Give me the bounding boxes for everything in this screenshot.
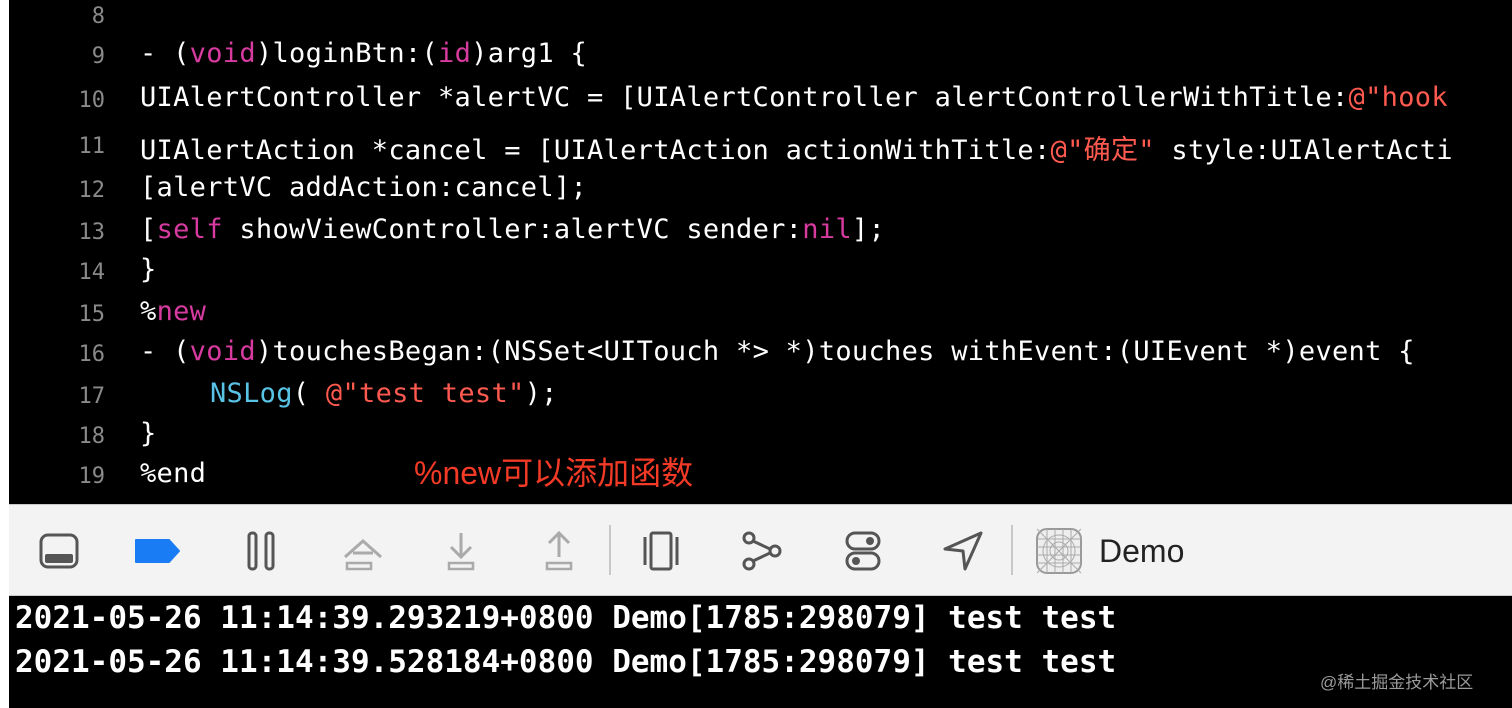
- line-number: 19: [78, 464, 106, 489]
- code-text: %end: [140, 458, 207, 489]
- code-text: - (void)loginBtn:(id)arg1 {: [140, 38, 588, 69]
- toolbar-separator: [609, 525, 611, 575]
- code-line: 9 - (void)loginBtn:(id)arg1 {: [9, 36, 1512, 76]
- console-line: 2021-05-26 11:14:39.528184+0800 Demo[178…: [15, 644, 1117, 680]
- line-number: 8: [91, 4, 105, 29]
- view-hierarchy-icon[interactable]: [637, 527, 685, 575]
- code-text: %new: [140, 296, 207, 327]
- watermark: @稀土掘金技术社区: [1320, 673, 1474, 692]
- simulate-location-icon[interactable]: [939, 527, 987, 575]
- debug-toolbar: Demo: [9, 504, 1512, 596]
- code-line: 8: [9, 0, 1512, 40]
- scheme-name[interactable]: Demo: [1099, 533, 1184, 570]
- environment-overrides-icon[interactable]: [839, 527, 887, 575]
- code-line: 16 - (void)touchesBegan:(NSSet<UITouch *…: [9, 334, 1512, 374]
- code-line: 19 %end: [9, 456, 1512, 496]
- code-line: 17 NSLog( @"test test");: [9, 376, 1512, 416]
- xcode-window: 8 9 - (void)loginBtn:(id)arg1 { 10 UIAle…: [9, 0, 1512, 708]
- breakpoints-toggle-icon[interactable]: [133, 527, 181, 575]
- pause-icon[interactable]: [237, 527, 285, 575]
- line-number: 17: [78, 384, 106, 409]
- code-text: [alertVC addAction:cancel];: [140, 172, 587, 203]
- line-number: 13: [78, 220, 106, 245]
- code-line: 12 [alertVC addAction:cancel];: [9, 170, 1512, 210]
- app-icon[interactable]: [1035, 527, 1083, 575]
- code-editor[interactable]: 8 9 - (void)loginBtn:(id)arg1 { 10 UIAle…: [9, 0, 1512, 500]
- line-number: 15: [78, 302, 106, 327]
- line-number: 10: [78, 88, 106, 113]
- code-text: UIAlertController *alertVC = [UIAlertCon…: [140, 82, 1448, 113]
- console-line: 2021-05-26 11:14:39.293219+0800 Demo[178…: [15, 600, 1117, 636]
- annotation-text: %new可以添加函数: [414, 455, 694, 491]
- code-text: - (void)touchesBegan:(NSSet<UITouch *> *…: [140, 336, 1415, 367]
- memory-graph-icon[interactable]: [737, 527, 785, 575]
- code-text: [self showViewController:alertVC sender:…: [140, 214, 886, 245]
- code-text: NSLog( @"test test");: [210, 378, 558, 409]
- code-line: 14 }: [9, 252, 1512, 292]
- step-into-icon[interactable]: [437, 527, 485, 575]
- line-number: 12: [78, 178, 106, 203]
- hide-debug-area-icon[interactable]: [35, 527, 83, 575]
- line-number: 18: [78, 424, 106, 449]
- code-text: UIAlertAction *cancel = [UIAlertAction a…: [140, 135, 1453, 166]
- step-over-icon[interactable]: [339, 527, 387, 575]
- line-number: 11: [78, 134, 106, 159]
- code-text: }: [140, 418, 157, 449]
- line-number: 14: [78, 260, 106, 285]
- code-text: }: [140, 254, 157, 285]
- code-line: 15 %new: [9, 294, 1512, 334]
- line-number: 9: [91, 44, 105, 69]
- console-output[interactable]: 2021-05-26 11:14:39.293219+0800 Demo[178…: [9, 596, 1512, 708]
- code-line: 13 [self showViewController:alertVC send…: [9, 212, 1512, 252]
- toolbar-separator: [1011, 525, 1013, 575]
- step-out-icon[interactable]: [535, 527, 583, 575]
- code-line: 10 UIAlertController *alertVC = [UIAlert…: [9, 80, 1512, 120]
- code-line: 11 UIAlertAction *cancel = [UIAlertActio…: [9, 126, 1512, 166]
- code-line: 18 }: [9, 416, 1512, 456]
- line-number: 16: [78, 342, 106, 367]
